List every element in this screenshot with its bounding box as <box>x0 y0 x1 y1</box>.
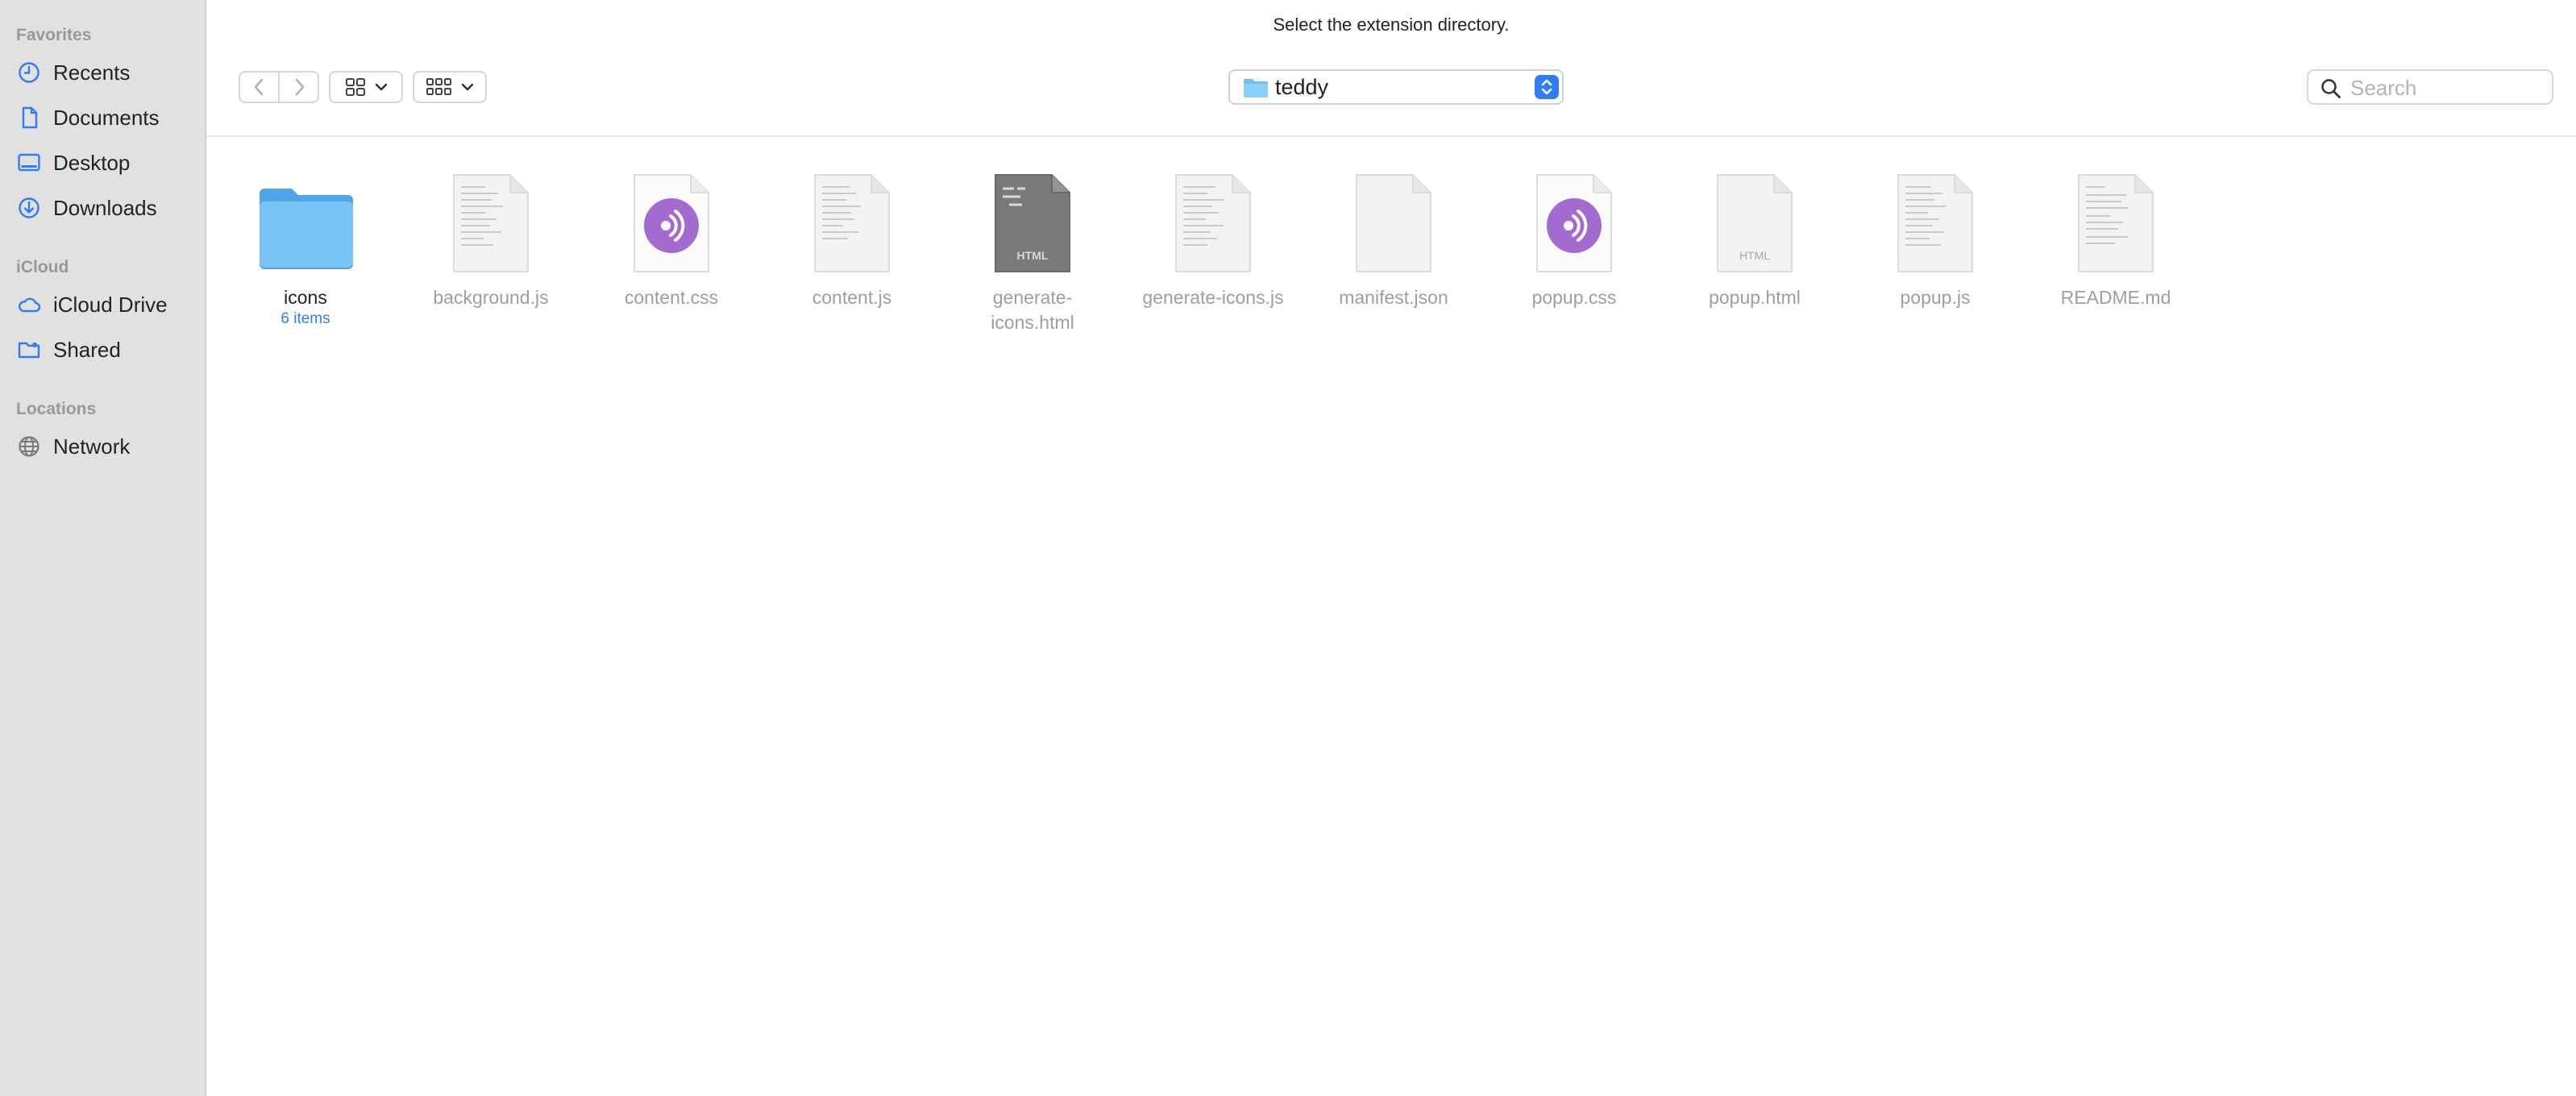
sidebar-item-label: iCloud Drive <box>53 292 168 317</box>
sidebar-section-locations: Locations <box>16 400 97 418</box>
sidebar-item-shared[interactable]: Shared <box>16 332 198 367</box>
popup-stepper-icon <box>1535 75 1559 99</box>
sidebar-item-recents[interactable]: Recents <box>16 55 198 90</box>
file-item-popup-js[interactable]: popup.js <box>1851 171 2020 310</box>
sidebar: Favorites Recents Documents Desktop Down… <box>0 0 206 1096</box>
file-name: generate-icons.js <box>1142 287 1284 308</box>
svg-text:HTML: HTML <box>1017 249 1049 262</box>
file-name: generate- icons.html <box>991 287 1074 333</box>
forward-button[interactable] <box>280 73 318 102</box>
file-name: content.css <box>624 287 719 308</box>
css-document-icon <box>1490 171 1659 277</box>
desktop-icon <box>16 150 42 176</box>
document-icon <box>16 105 42 131</box>
sidebar-item-icloud-drive[interactable]: iCloud Drive <box>16 287 198 322</box>
text-document-icon <box>1128 171 1298 277</box>
text-document-icon <box>2031 171 2200 277</box>
search-icon <box>2321 79 2341 98</box>
folder-icon <box>221 171 390 277</box>
folder-location-popup[interactable]: teddy <box>1228 69 1564 105</box>
sidebar-item-desktop[interactable]: Desktop <box>16 145 198 181</box>
blank-document-icon <box>1309 171 1478 277</box>
sidebar-item-label: Recents <box>53 60 131 85</box>
chevron-down-icon <box>461 83 474 91</box>
toolbar-divider <box>206 135 2576 137</box>
svg-text:HTML: HTML <box>1739 249 1770 262</box>
file-name: popup.html <box>1709 287 1801 308</box>
globe-icon <box>16 434 42 459</box>
file-item-content-js[interactable]: content.js <box>767 171 937 310</box>
nav-buttons <box>239 71 319 103</box>
sidebar-item-downloads[interactable]: Downloads <box>16 190 198 226</box>
file-item-readme-md[interactable]: README.md <box>2031 171 2200 310</box>
text-document-icon <box>406 171 575 277</box>
current-folder-name: teddy <box>1275 75 1329 99</box>
sidebar-item-label: Documents <box>53 105 160 130</box>
clock-icon <box>16 60 42 85</box>
chevron-down-icon <box>375 83 388 91</box>
file-item-content-css[interactable]: content.css <box>587 171 756 310</box>
view-mode-button[interactable] <box>329 71 403 103</box>
file-item-manifest-json[interactable]: manifest.json <box>1309 171 1478 310</box>
chevron-left-icon <box>254 78 263 96</box>
sidebar-item-network[interactable]: Network <box>16 429 198 464</box>
file-item-popup-html[interactable]: HTML popup.html <box>1670 171 1839 310</box>
folder-icon <box>1244 79 1268 98</box>
html-document-icon: HTML <box>948 171 1117 277</box>
file-name: popup.css <box>1531 287 1617 308</box>
group-grid-icon <box>426 78 451 95</box>
text-document-icon <box>1851 171 2020 277</box>
file-name: README.md <box>2060 287 2171 308</box>
chevron-right-icon <box>295 78 304 96</box>
css-document-icon <box>587 171 756 277</box>
dialog-prompt: Select the extension directory. <box>1273 15 1510 35</box>
back-button[interactable] <box>240 73 280 102</box>
group-mode-button[interactable] <box>413 71 487 103</box>
file-item-generate-icons-js[interactable]: generate-icons.js <box>1128 171 1298 310</box>
sidebar-item-label: Desktop <box>53 150 131 175</box>
file-item-background-js[interactable]: background.js <box>406 171 575 310</box>
search-field[interactable] <box>2307 69 2553 105</box>
file-name: popup.js <box>1900 287 1971 308</box>
text-document-icon <box>767 171 937 277</box>
folder-item-count: 6 items <box>280 310 330 327</box>
html-document-icon: HTML <box>1670 171 1839 277</box>
sidebar-item-label: Shared <box>53 337 121 362</box>
file-name: icons <box>284 287 327 308</box>
file-name: content.js <box>812 287 892 308</box>
file-item-icons[interactable]: icons 6 items <box>221 171 390 328</box>
cloud-icon <box>16 292 42 318</box>
shared-folder-icon <box>16 337 42 363</box>
file-browser: Select the extension directory. teddy Se… <box>206 0 2576 1096</box>
file-name: background.js <box>433 287 549 308</box>
file-item-popup-css[interactable]: popup.css <box>1490 171 1659 310</box>
sidebar-item-label: Network <box>53 434 131 459</box>
sidebar-item-documents[interactable]: Documents <box>16 100 198 135</box>
grid-view-icon <box>346 78 365 96</box>
file-item-generate-icons-html[interactable]: HTML generate- icons.html <box>948 171 1117 335</box>
sidebar-section-icloud: iCloud <box>16 258 69 276</box>
download-icon <box>16 195 42 221</box>
sidebar-item-label: Downloads <box>53 195 157 220</box>
file-name: manifest.json <box>1339 287 1448 308</box>
sidebar-section-favorites: Favorites <box>16 26 92 44</box>
search-input[interactable] <box>2349 74 2545 102</box>
